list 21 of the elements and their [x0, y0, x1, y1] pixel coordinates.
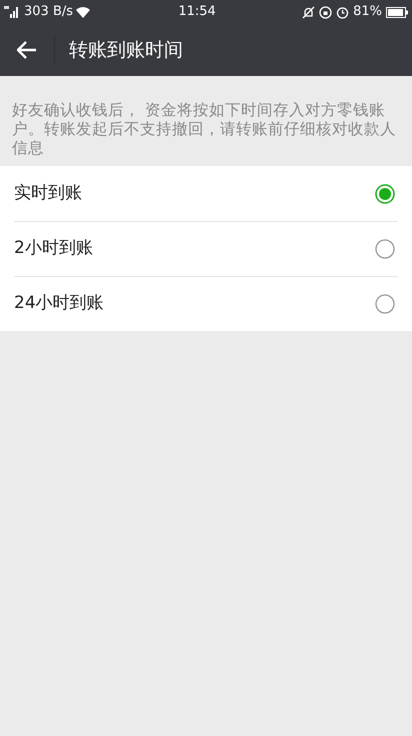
option-label: 2小时到账: [14, 237, 94, 260]
back-arrow-icon: [17, 41, 37, 59]
rotation-lock-icon: [319, 6, 332, 18]
wifi-icon: [76, 6, 90, 18]
option-label: 实时到账: [14, 182, 83, 205]
arrival-option[interactable]: 实时到账: [14, 166, 398, 221]
battery-percent: 81%: [353, 3, 382, 22]
option-label: 24小时到账: [14, 292, 105, 316]
radio-selected-icon[interactable]: [375, 184, 395, 204]
transfer-notice: 好友确认收钱后， 资金将按如下时间存入对方零钱账户。转账发起后不支持撤回，请转账前仔细核对收款人信息: [12, 101, 397, 158]
radio-icon[interactable]: [375, 239, 395, 259]
arrival-option[interactable]: 2小时到账: [14, 221, 398, 276]
bell-off-icon: [302, 6, 316, 18]
arrival-option[interactable]: 24小时到账: [14, 276, 398, 331]
network-speed: 303 B/s: [24, 3, 74, 22]
page-title: 转账到账时间: [69, 38, 183, 63]
signal-icon: [4, 6, 20, 18]
radio-icon[interactable]: [375, 294, 395, 314]
alarm-icon: [336, 6, 350, 18]
battery-icon: [386, 6, 408, 18]
clock-time: 11:54: [178, 3, 216, 22]
